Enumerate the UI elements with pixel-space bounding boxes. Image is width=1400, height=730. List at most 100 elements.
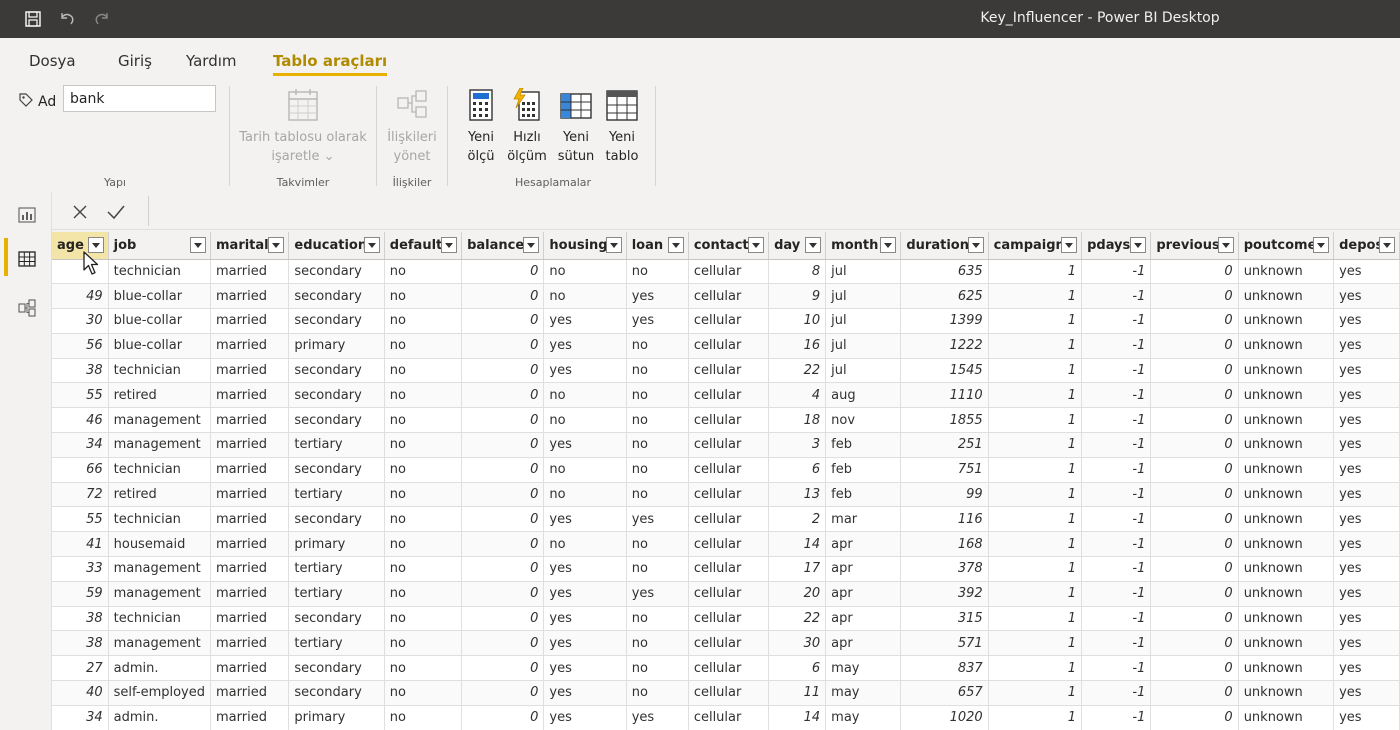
cell-campaign[interactable]: 1 <box>988 382 1083 409</box>
cell-job[interactable]: self-employed <box>108 680 212 706</box>
cell-education[interactable]: secondary <box>288 358 385 384</box>
cell-education[interactable]: secondary <box>288 506 385 533</box>
cell-month[interactable]: jul <box>825 308 902 334</box>
cell-housing[interactable]: yes <box>543 655 627 682</box>
cell-job[interactable]: technician <box>108 259 212 285</box>
cell-poutcome[interactable]: unknown <box>1238 705 1335 730</box>
cell-loan[interactable]: no <box>626 333 689 359</box>
cell-education[interactable]: secondary <box>288 308 385 334</box>
cell-marital[interactable]: married <box>210 581 290 607</box>
filter-dropdown-icon[interactable] <box>748 237 765 253</box>
cell-housing[interactable]: yes <box>543 556 627 582</box>
cell-day[interactable]: 10 <box>768 308 827 334</box>
cell-contact[interactable]: cellular <box>688 506 770 533</box>
cell-poutcome[interactable]: unknown <box>1238 531 1335 558</box>
cell-loan[interactable]: no <box>626 606 689 632</box>
cell-day[interactable]: 17 <box>768 556 827 582</box>
cell-campaign[interactable]: 1 <box>988 581 1083 607</box>
cell-previous[interactable]: 0 <box>1150 283 1239 310</box>
cell-job[interactable]: housemaid <box>108 531 212 558</box>
cell-campaign[interactable]: 1 <box>988 482 1083 508</box>
cell-deposit[interactable]: yes <box>1333 382 1400 409</box>
cell-campaign[interactable]: 1 <box>988 556 1083 582</box>
redo-icon[interactable] <box>91 8 113 30</box>
cell-marital[interactable]: married <box>210 259 290 285</box>
cell-education[interactable]: tertiary <box>288 482 385 508</box>
cell-education[interactable]: secondary <box>288 606 385 632</box>
cell-previous[interactable]: 0 <box>1150 432 1239 458</box>
cell-contact[interactable]: cellular <box>688 333 770 359</box>
cell-education[interactable]: tertiary <box>288 432 385 458</box>
cell-month[interactable]: jul <box>825 358 902 384</box>
cell-previous[interactable]: 0 <box>1150 705 1239 730</box>
cell-day[interactable]: 22 <box>768 606 827 632</box>
cell-deposit[interactable]: yes <box>1333 259 1400 285</box>
cell-default[interactable]: no <box>384 259 463 285</box>
cell-education[interactable]: secondary <box>288 382 385 409</box>
cell-month[interactable]: aug <box>825 382 902 409</box>
cell-default[interactable]: no <box>384 308 463 334</box>
filter-dropdown-icon[interactable] <box>441 237 458 253</box>
cell-housing[interactable]: yes <box>543 358 627 384</box>
column-header-housing[interactable]: housing <box>543 232 627 260</box>
cell-deposit[interactable]: yes <box>1333 358 1400 384</box>
cell-marital[interactable]: married <box>210 358 290 384</box>
cell-age[interactable]: 38 <box>52 630 109 657</box>
cell-balance[interactable]: 0 <box>461 432 545 458</box>
cell-marital[interactable]: married <box>210 407 290 434</box>
cell-pdays[interactable]: -1 <box>1081 259 1152 285</box>
filter-dropdown-icon[interactable] <box>1313 237 1330 253</box>
cell-contact[interactable]: cellular <box>688 407 770 434</box>
cell-campaign[interactable]: 1 <box>988 531 1083 558</box>
cell-contact[interactable]: cellular <box>688 531 770 558</box>
cell-age[interactable]: 55 <box>52 506 109 533</box>
cell-day[interactable]: 16 <box>768 333 827 359</box>
undo-icon[interactable] <box>56 8 78 30</box>
cell-duration[interactable]: 315 <box>900 606 989 632</box>
cell-duration[interactable]: 168 <box>900 531 989 558</box>
cell-previous[interactable]: 0 <box>1150 482 1239 508</box>
column-header-pdays[interactable]: pdays <box>1081 232 1152 260</box>
cell-day[interactable]: 8 <box>768 259 827 285</box>
cell-marital[interactable]: married <box>210 283 290 310</box>
cell-housing[interactable]: yes <box>543 581 627 607</box>
cell-age[interactable]: 46 <box>52 407 109 434</box>
cell-age[interactable]: 33 <box>52 556 109 582</box>
cell-loan[interactable]: no <box>626 556 689 582</box>
cell-marital[interactable]: married <box>210 556 290 582</box>
cell-education[interactable]: secondary <box>288 655 385 682</box>
cell-pdays[interactable]: -1 <box>1081 680 1152 706</box>
cell-day[interactable]: 4 <box>768 382 827 409</box>
cell-contact[interactable]: cellular <box>688 482 770 508</box>
cell-loan[interactable]: no <box>626 531 689 558</box>
cell-previous[interactable]: 0 <box>1150 655 1239 682</box>
column-header-default[interactable]: default <box>384 232 463 260</box>
cell-education[interactable]: secondary <box>288 283 385 310</box>
cell-balance[interactable]: 0 <box>461 630 545 657</box>
cell-job[interactable]: retired <box>108 382 212 409</box>
filter-dropdown-icon[interactable] <box>190 237 206 253</box>
cell-month[interactable]: feb <box>825 457 902 483</box>
cell-poutcome[interactable]: unknown <box>1238 482 1335 508</box>
mark-as-date-table-button[interactable]: Tarih tablosu olarak işaretle ⌄ <box>236 88 370 166</box>
cell-poutcome[interactable]: unknown <box>1238 581 1335 607</box>
cell-deposit[interactable]: yes <box>1333 531 1400 558</box>
cell-duration[interactable]: 635 <box>900 259 989 285</box>
filter-dropdown-icon[interactable] <box>268 237 285 253</box>
cell-education[interactable]: secondary <box>288 457 385 483</box>
cell-age[interactable]: 38 <box>52 606 109 632</box>
cell-job[interactable]: management <box>108 556 212 582</box>
cell-duration[interactable]: 751 <box>900 457 989 483</box>
cell-campaign[interactable]: 1 <box>988 630 1083 657</box>
cell-housing[interactable]: yes <box>543 333 627 359</box>
cell-duration[interactable]: 116 <box>900 506 989 533</box>
cell-day[interactable]: 20 <box>768 581 827 607</box>
cell-poutcome[interactable]: unknown <box>1238 655 1335 682</box>
filter-dropdown-icon[interactable] <box>967 237 984 253</box>
cell-job[interactable]: blue-collar <box>108 283 212 310</box>
cell-duration[interactable]: 378 <box>900 556 989 582</box>
cell-duration[interactable]: 1110 <box>900 382 989 409</box>
cell-balance[interactable]: 0 <box>461 482 545 508</box>
cell-duration[interactable]: 392 <box>900 581 989 607</box>
cell-previous[interactable]: 0 <box>1150 680 1239 706</box>
